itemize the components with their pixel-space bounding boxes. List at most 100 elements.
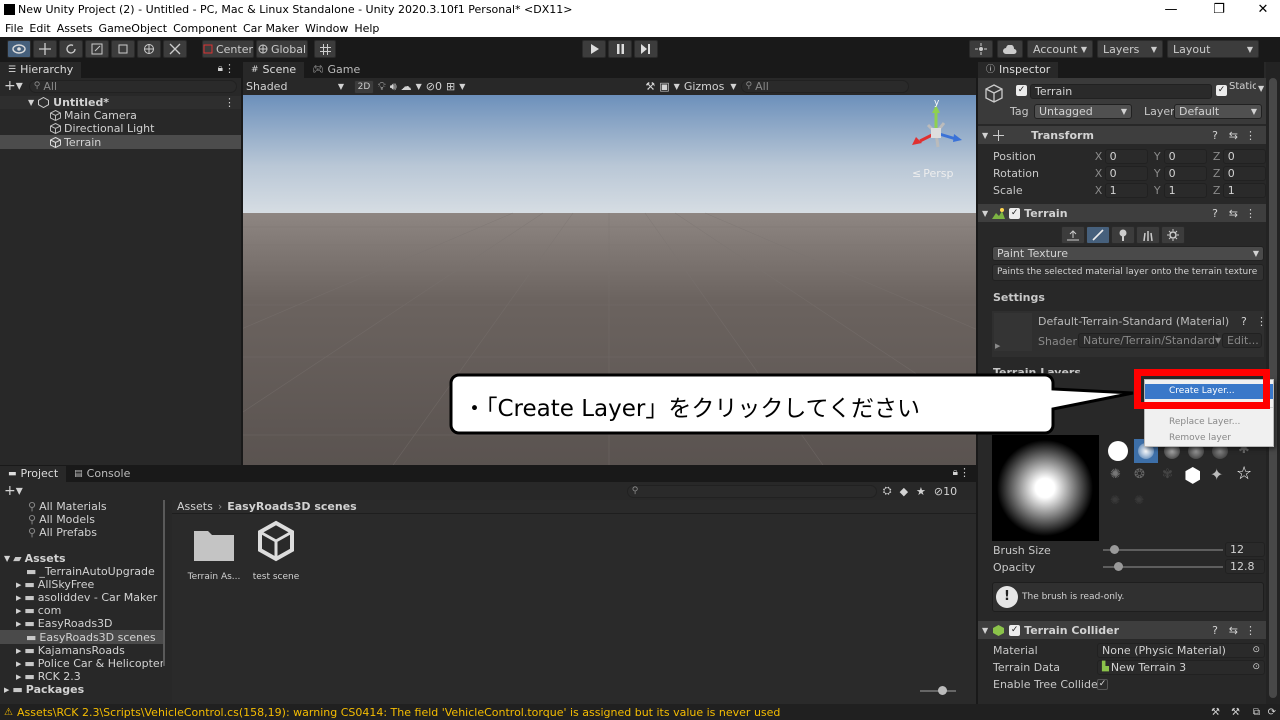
- pause-button[interactable]: [608, 40, 632, 58]
- brush-size-field[interactable]: 12: [1225, 542, 1265, 557]
- static-checkbox[interactable]: ✓: [1216, 85, 1227, 96]
- brush-faint-icon[interactable]: ✺: [1134, 493, 1144, 507]
- object-name-field[interactable]: Terrain: [1030, 84, 1212, 99]
- physic-material-field[interactable]: None (Physic Material) ⊙: [1097, 643, 1265, 658]
- projection-toggle[interactable]: ≤ Persp: [912, 167, 953, 180]
- active-checkbox[interactable]: ✓: [1016, 85, 1027, 96]
- hierarchy-item-main-camera[interactable]: Main Camera: [0, 109, 241, 122]
- custom-tool-button[interactable]: [163, 40, 187, 58]
- step-button[interactable]: [634, 40, 658, 58]
- folder-item[interactable]: ▶ ▬ asoliddev - Car Maker: [0, 591, 165, 604]
- help-icon[interactable]: ?: [1212, 207, 1218, 220]
- preset-icon[interactable]: ⇆: [1229, 624, 1238, 637]
- menu-assets[interactable]: Assets: [57, 20, 94, 37]
- transform-header[interactable]: ▼ Transform ? ⇆ ⋮: [978, 126, 1266, 144]
- lighting-toggle-icon[interactable]: 💡︎: [378, 80, 386, 94]
- dropdown-arrow-icon[interactable]: ▼: [459, 82, 465, 91]
- layers-dropdown[interactable]: Layers ▼: [1097, 40, 1163, 58]
- folder-packages[interactable]: ▶ ▬ Packages: [0, 683, 165, 696]
- raise-terrain-tool[interactable]: [1061, 226, 1085, 244]
- folder-item[interactable]: ▶ ▬ EasyRoads3D: [0, 617, 165, 630]
- paint-terrain-tool[interactable]: [1086, 226, 1110, 244]
- paint-mode-dropdown[interactable]: Paint Texture ▼: [992, 246, 1264, 261]
- tab-hierarchy[interactable]: ☰ Hierarchy: [0, 62, 82, 78]
- rotate-tool-button[interactable]: [59, 40, 83, 58]
- hierarchy-search-input[interactable]: ⚲ All: [28, 79, 237, 93]
- preset-icon[interactable]: ⇆: [1229, 207, 1238, 220]
- rotation-y-field[interactable]: 0: [1163, 166, 1207, 181]
- scene-grid-toggle-icon[interactable]: ⊞: [446, 80, 455, 93]
- brush-sparkle-icon[interactable]: ✦: [1210, 465, 1223, 484]
- favorites-star-icon[interactable]: ★: [916, 485, 926, 498]
- close-button[interactable]: ✕: [1246, 0, 1280, 20]
- menu-file[interactable]: File: [5, 20, 24, 37]
- more-menu-icon[interactable]: ⋮: [1256, 315, 1267, 328]
- cloud-button[interactable]: [997, 40, 1023, 58]
- terrain-component-header[interactable]: ▼ ✓ Terrain ? ⇆ ⋮: [978, 204, 1266, 222]
- scale-y-field[interactable]: 1: [1163, 183, 1207, 198]
- paint-trees-tool[interactable]: [1111, 226, 1135, 244]
- menu-gameobject[interactable]: GameObject: [99, 20, 169, 37]
- terrain-settings-tool[interactable]: [1161, 226, 1185, 244]
- grid-snap-button[interactable]: [314, 40, 336, 58]
- folder-item[interactable]: ▶ ▬ KajamansRoads: [0, 644, 165, 657]
- filter-by-label-icon[interactable]: ◆: [900, 485, 908, 498]
- menu-help[interactable]: Help: [354, 20, 380, 37]
- expand-arrow-icon[interactable]: ▼: [28, 98, 34, 107]
- hidden-packages-toggle[interactable]: ⊘ 10: [934, 485, 957, 498]
- minimize-button[interactable]: —: [1154, 0, 1188, 20]
- lock-icon[interactable]: 🔒︎: [218, 63, 223, 74]
- folder-item[interactable]: ▬ _TerrainAutoUpgrade: [0, 565, 165, 578]
- tab-game[interactable]: 🎮︎ Game: [304, 62, 368, 78]
- hierarchy-item-directional-light[interactable]: Directional Light: [0, 122, 241, 135]
- tree-colliders-checkbox[interactable]: ✓: [1097, 679, 1108, 690]
- preset-icon[interactable]: ⇆: [1229, 129, 1238, 142]
- pivot-global-button[interactable]: Global: [256, 40, 308, 58]
- collab-button[interactable]: [969, 40, 993, 58]
- brush-star-icon[interactable]: ☆: [1236, 463, 1252, 484]
- menu-component[interactable]: Component: [173, 20, 238, 37]
- dropdown-arrow-icon[interactable]: ▼: [416, 82, 422, 91]
- camera-settings-icon[interactable]: ▣: [659, 80, 669, 93]
- brush-leaf-icon[interactable]: ✾: [1162, 467, 1173, 482]
- brush-faint-icon[interactable]: ✺: [1110, 493, 1120, 507]
- toggle-2d-button[interactable]: 2D: [354, 79, 374, 94]
- layout-dropdown[interactable]: Layout ▼: [1167, 40, 1259, 58]
- object-picker-icon[interactable]: ⊙: [1252, 661, 1260, 674]
- dropdown-arrow-icon[interactable]: ▼: [1258, 84, 1264, 93]
- project-search-input[interactable]: ⚲: [626, 484, 877, 498]
- asset-tile-scene[interactable]: test scene: [248, 520, 304, 582]
- help-icon[interactable]: ?: [1212, 624, 1218, 637]
- breadcrumb-assets[interactable]: Assets: [177, 500, 213, 513]
- scene-menu-icon[interactable]: ⋮: [224, 96, 235, 109]
- asset-tile-folder[interactable]: Terrain As...: [186, 526, 242, 582]
- more-menu-icon[interactable]: ⋮: [224, 62, 235, 75]
- scene-row[interactable]: ▼ Untitled* ⋮: [0, 96, 241, 109]
- folder-item[interactable]: ▶ ▬ Police Car & Helicopter: [0, 657, 165, 670]
- opacity-slider[interactable]: [1103, 562, 1223, 571]
- tab-scene[interactable]: # Scene: [243, 62, 305, 78]
- brush-ring-icon[interactable]: ❂: [1134, 467, 1145, 482]
- help-icon[interactable]: ?: [1241, 315, 1247, 328]
- favorite-all-prefabs[interactable]: ⚲ All Prefabs: [0, 526, 165, 539]
- help-icon[interactable]: ?: [1212, 129, 1218, 142]
- opacity-field[interactable]: 12.8: [1225, 559, 1265, 574]
- more-menu-icon[interactable]: ⋮: [1245, 129, 1256, 142]
- pivot-center-button[interactable]: Center: [202, 40, 254, 58]
- menu-replace-layer[interactable]: Replace Layer...: [1145, 415, 1273, 430]
- create-button[interactable]: +▾: [4, 78, 23, 94]
- tab-project[interactable]: ▬ Project: [0, 466, 67, 482]
- brush-solid-circle-icon[interactable]: [1108, 441, 1128, 461]
- shader-dropdown[interactable]: Nature/Terrain/Standard ▼: [1078, 333, 1221, 348]
- position-x-field[interactable]: 0: [1104, 149, 1148, 164]
- brush-hexagon-icon[interactable]: ⬢: [1184, 465, 1201, 485]
- account-dropdown[interactable]: Account ▼: [1027, 40, 1093, 58]
- folder-assets-root[interactable]: ▼ ▰ Assets: [0, 552, 165, 565]
- tab-console[interactable]: ▤ Console: [66, 466, 138, 482]
- breadcrumb-current[interactable]: EasyRoads3D scenes: [227, 500, 357, 513]
- rotation-z-field[interactable]: 0: [1222, 166, 1266, 181]
- brush-size-slider[interactable]: [1103, 545, 1223, 554]
- more-menu-icon[interactable]: ⋮: [1245, 624, 1256, 637]
- folder-item-selected[interactable]: ▬ EasyRoads3D scenes: [0, 630, 165, 644]
- position-y-field[interactable]: 0: [1163, 149, 1207, 164]
